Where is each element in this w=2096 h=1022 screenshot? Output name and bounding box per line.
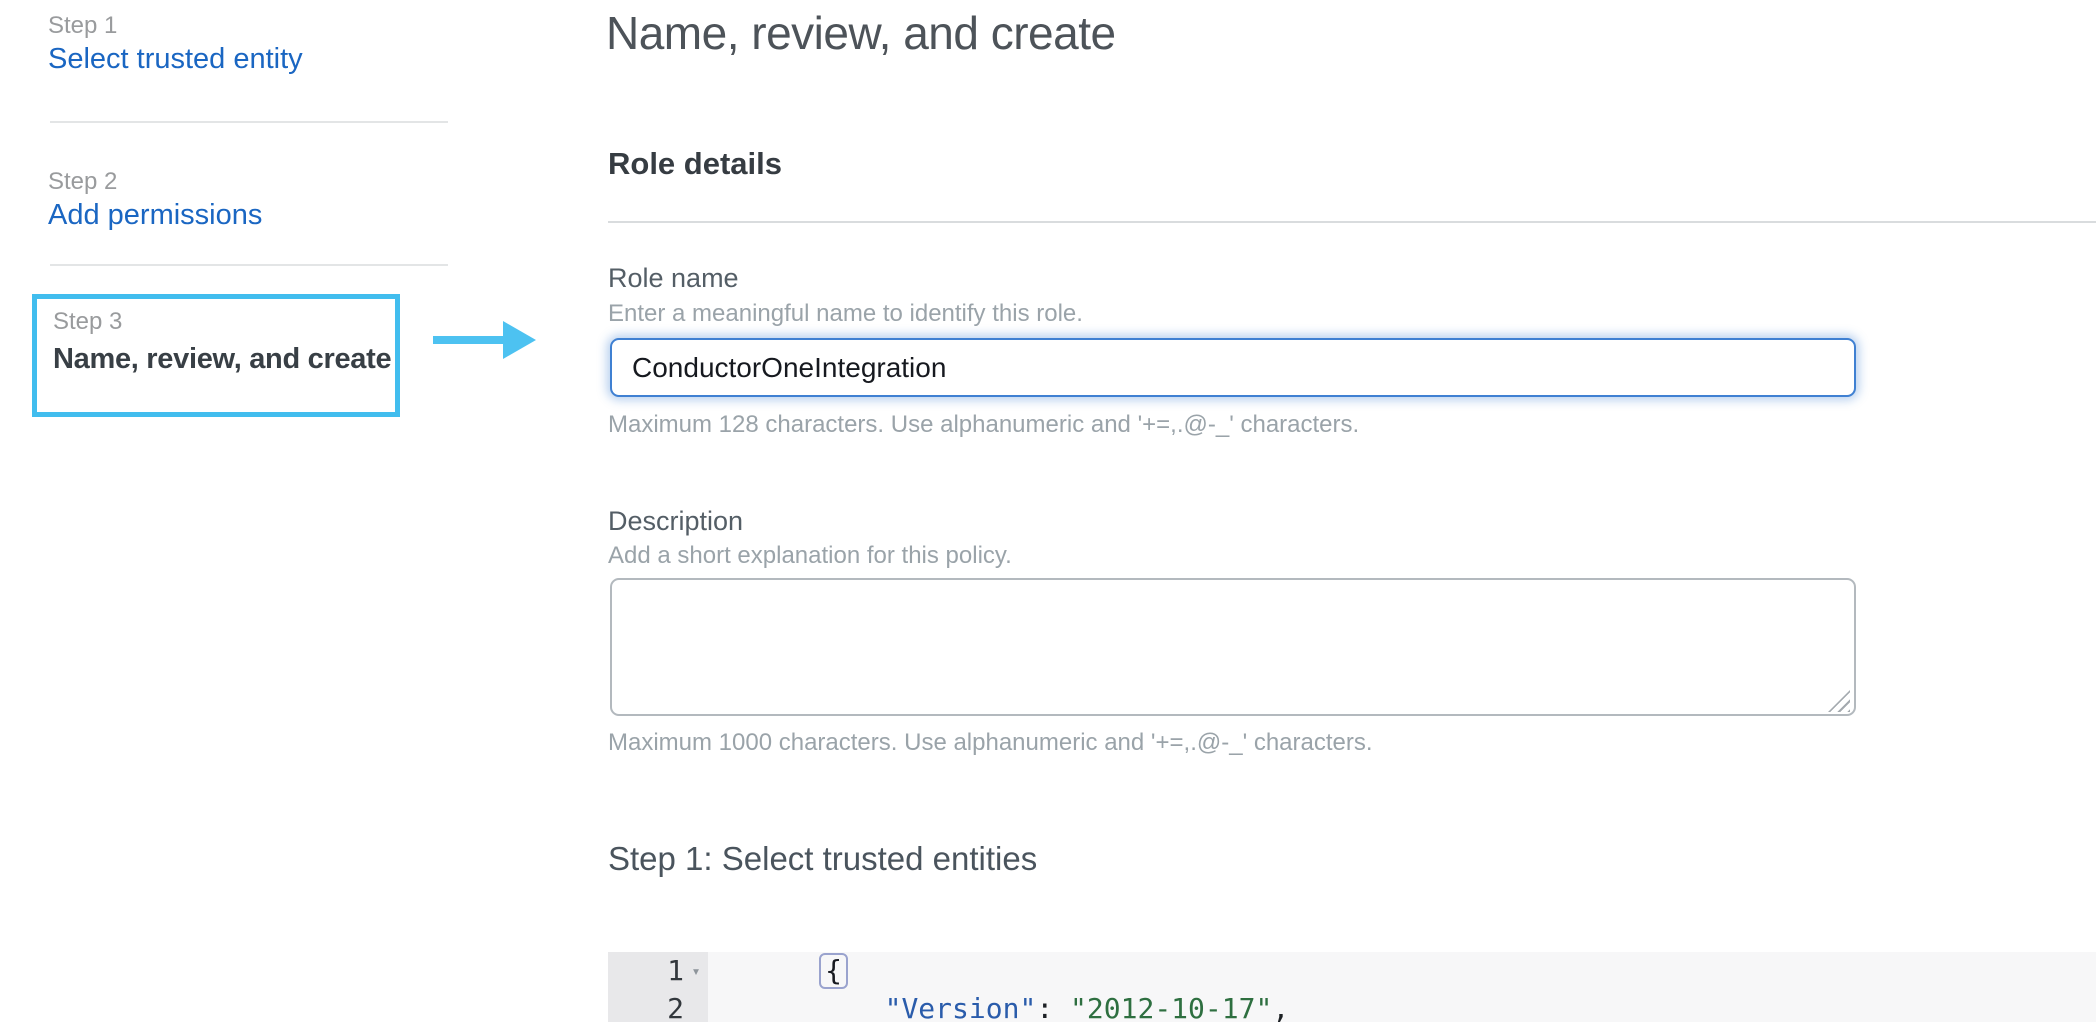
code-line-2-content: "Version": "2012-10-17", — [708, 952, 1289, 1022]
sidebar-item-name-review-create-highlighted[interactable]: Step 3 Name, review, and create — [32, 294, 400, 417]
step-3-title: Name, review, and create — [53, 343, 391, 376]
code-line-2-gutter: 2 — [608, 990, 708, 1022]
role-name-label: Role name — [608, 263, 739, 294]
arrow-right-icon-head — [503, 321, 536, 359]
arrow-right-icon — [433, 336, 507, 344]
step-1-label: Step 1 — [48, 12, 117, 41]
rail-divider-2 — [50, 264, 448, 266]
step-3-label: Step 3 — [53, 308, 122, 336]
role-name-constraint: Maximum 128 characters. Use alphanumeric… — [608, 411, 1359, 439]
code-line-1-gutter: 1 ▾ — [608, 952, 708, 990]
line-number: 1 — [608, 952, 684, 990]
code-colon-token: : — [1036, 992, 1070, 1022]
description-hint: Add a short explanation for this policy. — [608, 542, 1012, 570]
role-name-input[interactable] — [610, 338, 1856, 397]
create-role-wizard-page: { "sidebar": { "steps": [ { "step": "Ste… — [0, 0, 2096, 1022]
code-key-token: "Version" — [885, 992, 1037, 1022]
page-title: Name, review, and create — [606, 6, 1116, 60]
rail-divider-1 — [50, 121, 448, 123]
trust-policy-code-editor[interactable]: 1 ▾ { 2 "Version": "2012-10-17", — [608, 952, 2096, 1022]
role-name-hint: Enter a meaningful name to identify this… — [608, 300, 1083, 328]
sidebar-item-add-permissions[interactable]: Add permissions — [48, 198, 262, 233]
role-details-divider — [608, 221, 2096, 223]
code-line-2: 2 "Version": "2012-10-17", — [608, 990, 2096, 1022]
line-number: 2 — [608, 990, 684, 1022]
description-constraint: Maximum 1000 characters. Use alphanumeri… — [608, 729, 1373, 757]
role-details-heading: Role details — [608, 146, 782, 182]
code-string-token: "2012-10-17" — [1070, 992, 1272, 1022]
trusted-entities-heading: Step 1: Select trusted entities — [608, 840, 1037, 878]
description-textarea[interactable] — [610, 578, 1856, 716]
step-2-label: Step 2 — [48, 168, 117, 197]
fold-toggle-icon[interactable]: ▾ — [684, 952, 708, 990]
description-label: Description — [608, 506, 743, 537]
code-comma-token: , — [1272, 992, 1289, 1022]
code-indent — [817, 992, 884, 1022]
sidebar-item-select-trusted-entity[interactable]: Select trusted entity — [48, 42, 303, 77]
